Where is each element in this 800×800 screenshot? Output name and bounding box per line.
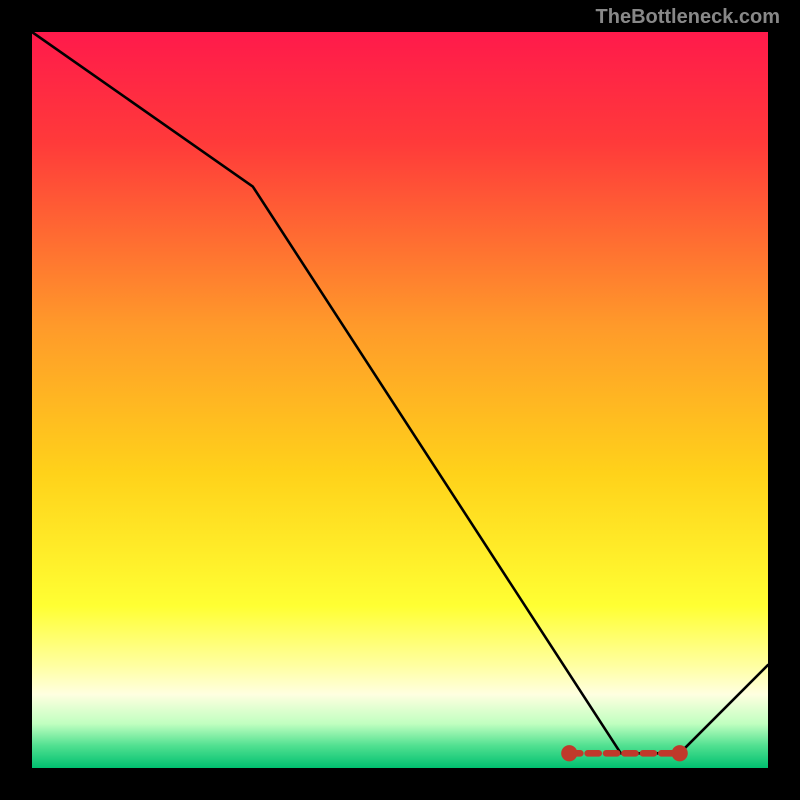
chart-container: TheBottleneck.com xyxy=(0,0,800,800)
line-layer xyxy=(32,32,768,768)
watermark-text: TheBottleneck.com xyxy=(596,6,780,29)
optimal-range-marker xyxy=(561,745,688,761)
plot-area xyxy=(32,32,768,768)
bottleneck-line xyxy=(32,32,768,753)
